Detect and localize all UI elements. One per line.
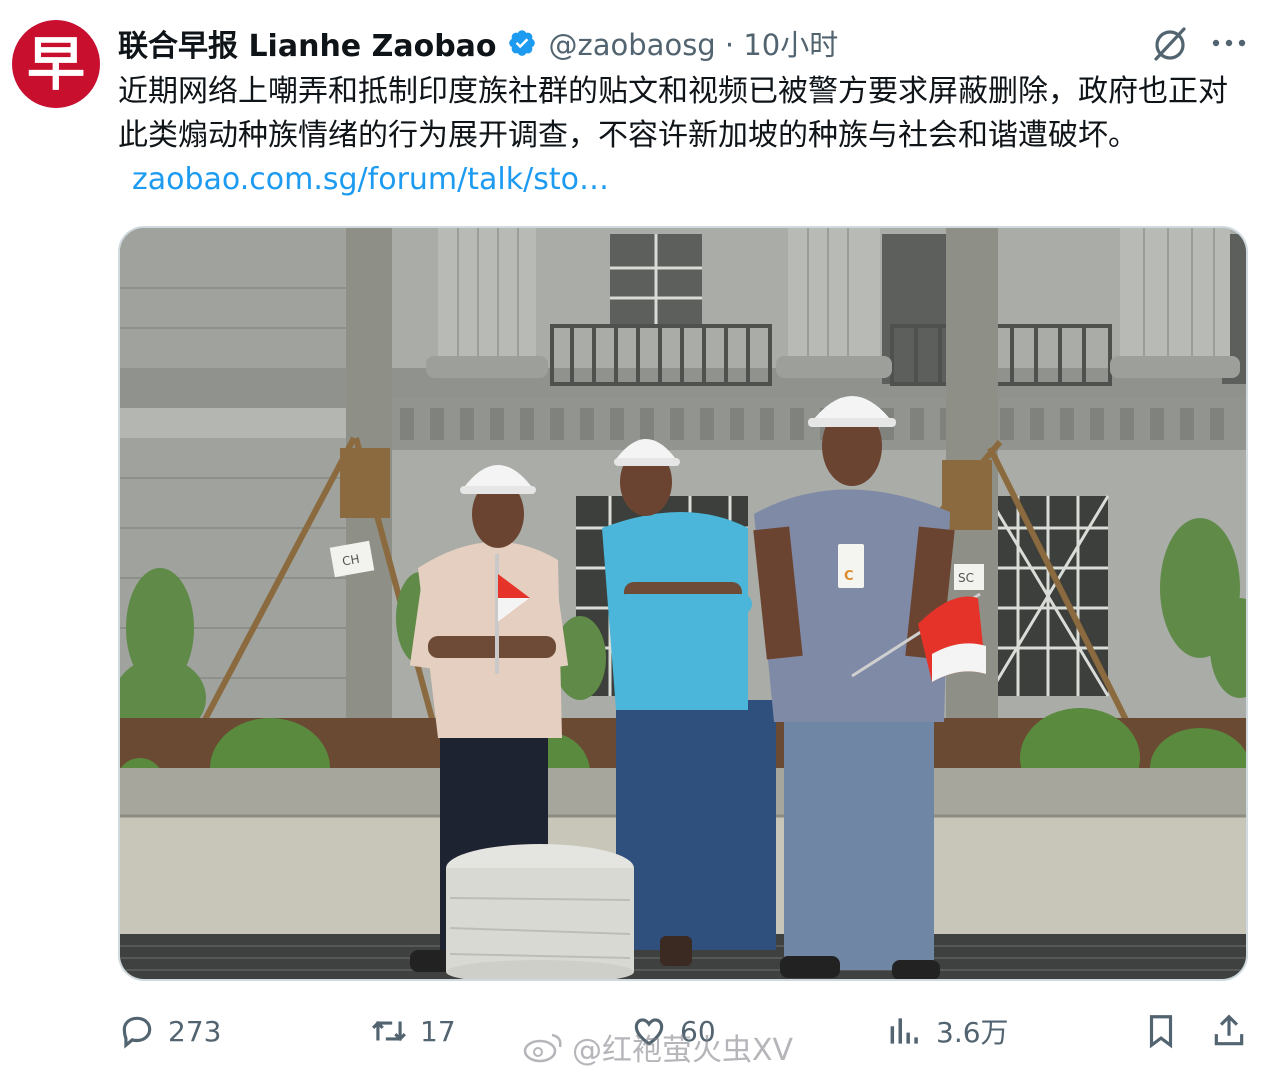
bookmark-button[interactable] bbox=[1142, 1006, 1180, 1056]
author-avatar[interactable]: 早 bbox=[12, 20, 100, 108]
author-handle-time[interactable]: @zaobaosg · 10小时 bbox=[549, 22, 839, 64]
wrapped-bundle bbox=[446, 844, 634, 979]
id-badge-letter: C bbox=[844, 569, 854, 584]
reply-icon bbox=[122, 1016, 152, 1049]
reply-button[interactable]: 273 bbox=[118, 1006, 221, 1056]
retweet-count: 17 bbox=[420, 1014, 456, 1048]
retweet-icon bbox=[372, 1020, 406, 1042]
views-icon bbox=[890, 1018, 918, 1044]
bookmark-icon bbox=[1149, 1015, 1173, 1049]
author-display-name[interactable]: 联合早报 Lianhe Zaobao bbox=[118, 21, 497, 65]
tree-tag-right: SC bbox=[958, 571, 974, 585]
verified-badge-icon bbox=[508, 30, 535, 56]
reply-count: 273 bbox=[168, 1014, 222, 1048]
retweet-button[interactable]: 17 bbox=[370, 1006, 456, 1056]
share-icon bbox=[1214, 1014, 1244, 1046]
tweet-link[interactable]: zaobao.com.sg/forum/talk/sto… bbox=[132, 162, 609, 197]
watermark-text: @红袍萤火虫XV bbox=[572, 1033, 794, 1068]
share-button[interactable] bbox=[1210, 1006, 1248, 1056]
grok-icon[interactable] bbox=[1150, 24, 1190, 64]
tweet-media-photo[interactable]: CH SC C bbox=[118, 226, 1248, 981]
weibo-logo-icon bbox=[523, 1033, 562, 1063]
photo-scene: CH SC C bbox=[120, 228, 1246, 979]
tree-tag-left: CH bbox=[341, 552, 361, 569]
more-options-icon[interactable] bbox=[1208, 22, 1250, 64]
avatar-logo-glyph: 早 bbox=[26, 30, 85, 98]
views-count: 3.6万 bbox=[936, 1016, 1009, 1049]
tweet-text: 近期网络上嘲弄和抵制印度族社群的贴文和视频已被警方要求屏蔽删除，政府也正对此类煽… bbox=[118, 70, 1248, 202]
weibo-watermark: @红袍萤火虫XV bbox=[522, 1022, 793, 1072]
views-button[interactable]: 3.6万 bbox=[886, 1006, 1009, 1056]
tweet-header: 联合早报 Lianhe Zaobao @zaobaosg · 10小时 bbox=[118, 22, 838, 64]
tweet-body: 近期网络上嘲弄和抵制印度族社群的贴文和视频已被警方要求屏蔽删除，政府也正对此类煽… bbox=[118, 74, 1228, 153]
